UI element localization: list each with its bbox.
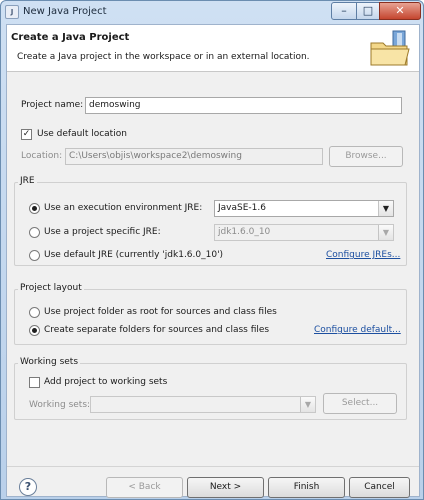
project-layout-group [14,289,407,345]
layout-root-label: Use project folder as root for sources a… [44,307,277,317]
wizard-description: Create a Java project in the workspace o… [17,52,310,62]
chevron-down-icon[interactable]: ▼ [378,201,393,216]
footer-divider [7,466,419,467]
location-label: Location: [21,151,63,161]
jre-group-label: JRE [18,176,37,186]
help-icon[interactable]: ? [19,478,37,496]
jre-specific-radio[interactable] [29,227,40,238]
next-button[interactable]: Next > [187,477,264,498]
select-working-sets-button[interactable]: Select... [323,393,397,414]
back-button[interactable]: < Back [106,477,183,498]
layout-root-radio[interactable] [29,307,40,318]
jre-environment-radio[interactable] [29,203,40,214]
title-bar[interactable]: J New Java Project – □ ✕ [1,1,423,23]
browse-button[interactable]: Browse... [329,146,403,167]
cancel-button[interactable]: Cancel [349,477,410,498]
working-sets-group-label: Working sets [18,357,81,367]
use-default-location-label: Use default location [37,129,127,139]
project-name-label: Project name: [21,100,84,110]
add-to-working-sets-checkbox[interactable] [29,377,40,388]
maximize-button[interactable]: □ [356,2,380,20]
project-layout-group-label: Project layout [18,283,84,293]
location-input[interactable]: C:\Users\objis\workspace2\demoswing [65,148,323,165]
chevron-down-icon[interactable]: ▼ [378,225,393,240]
add-to-working-sets-label: Add project to working sets [44,377,168,387]
chevron-down-icon[interactable]: ▼ [300,397,315,412]
dialog-client-area: Create a Java Project Create a Java proj… [6,24,420,498]
working-sets-label: Working sets: [29,400,91,410]
specific-jre-value: jdk1.6.0_10 [218,227,271,237]
jre-environment-label: Use an execution environment JRE: [44,203,203,213]
minimize-button[interactable]: – [331,2,357,20]
configure-jres-link[interactable]: Configure JREs... [326,250,400,260]
working-sets-select[interactable]: ▼ [90,396,316,413]
jre-default-label: Use default JRE (currently 'jdk1.6.0_10'… [44,250,224,260]
finish-button[interactable]: Finish [268,477,345,498]
use-default-location-checkbox[interactable]: ✓ [21,129,32,140]
execution-environment-value: JavaSE-1.6 [218,203,266,213]
close-button[interactable]: ✕ [379,2,421,20]
wizard-title: Create a Java Project [11,32,130,43]
configure-default-link[interactable]: Configure default... [314,325,401,335]
new-java-project-window: J New Java Project – □ ✕ Create a Java P… [0,0,424,500]
java-app-icon: J [5,5,19,19]
wizard-header: Create a Java Project Create a Java proj… [7,25,419,72]
jre-default-radio[interactable] [29,250,40,261]
java-project-folder-icon [370,30,410,66]
project-name-input[interactable]: demoswing [85,97,402,114]
specific-jre-select[interactable]: jdk1.6.0_10 ▼ [214,224,394,241]
layout-separate-label: Create separate folders for sources and … [44,325,270,335]
layout-separate-radio[interactable] [29,325,40,336]
jre-specific-label: Use a project specific JRE: [44,227,161,237]
execution-environment-select[interactable]: JavaSE-1.6 ▼ [214,200,394,217]
window-title: New Java Project [23,6,107,17]
